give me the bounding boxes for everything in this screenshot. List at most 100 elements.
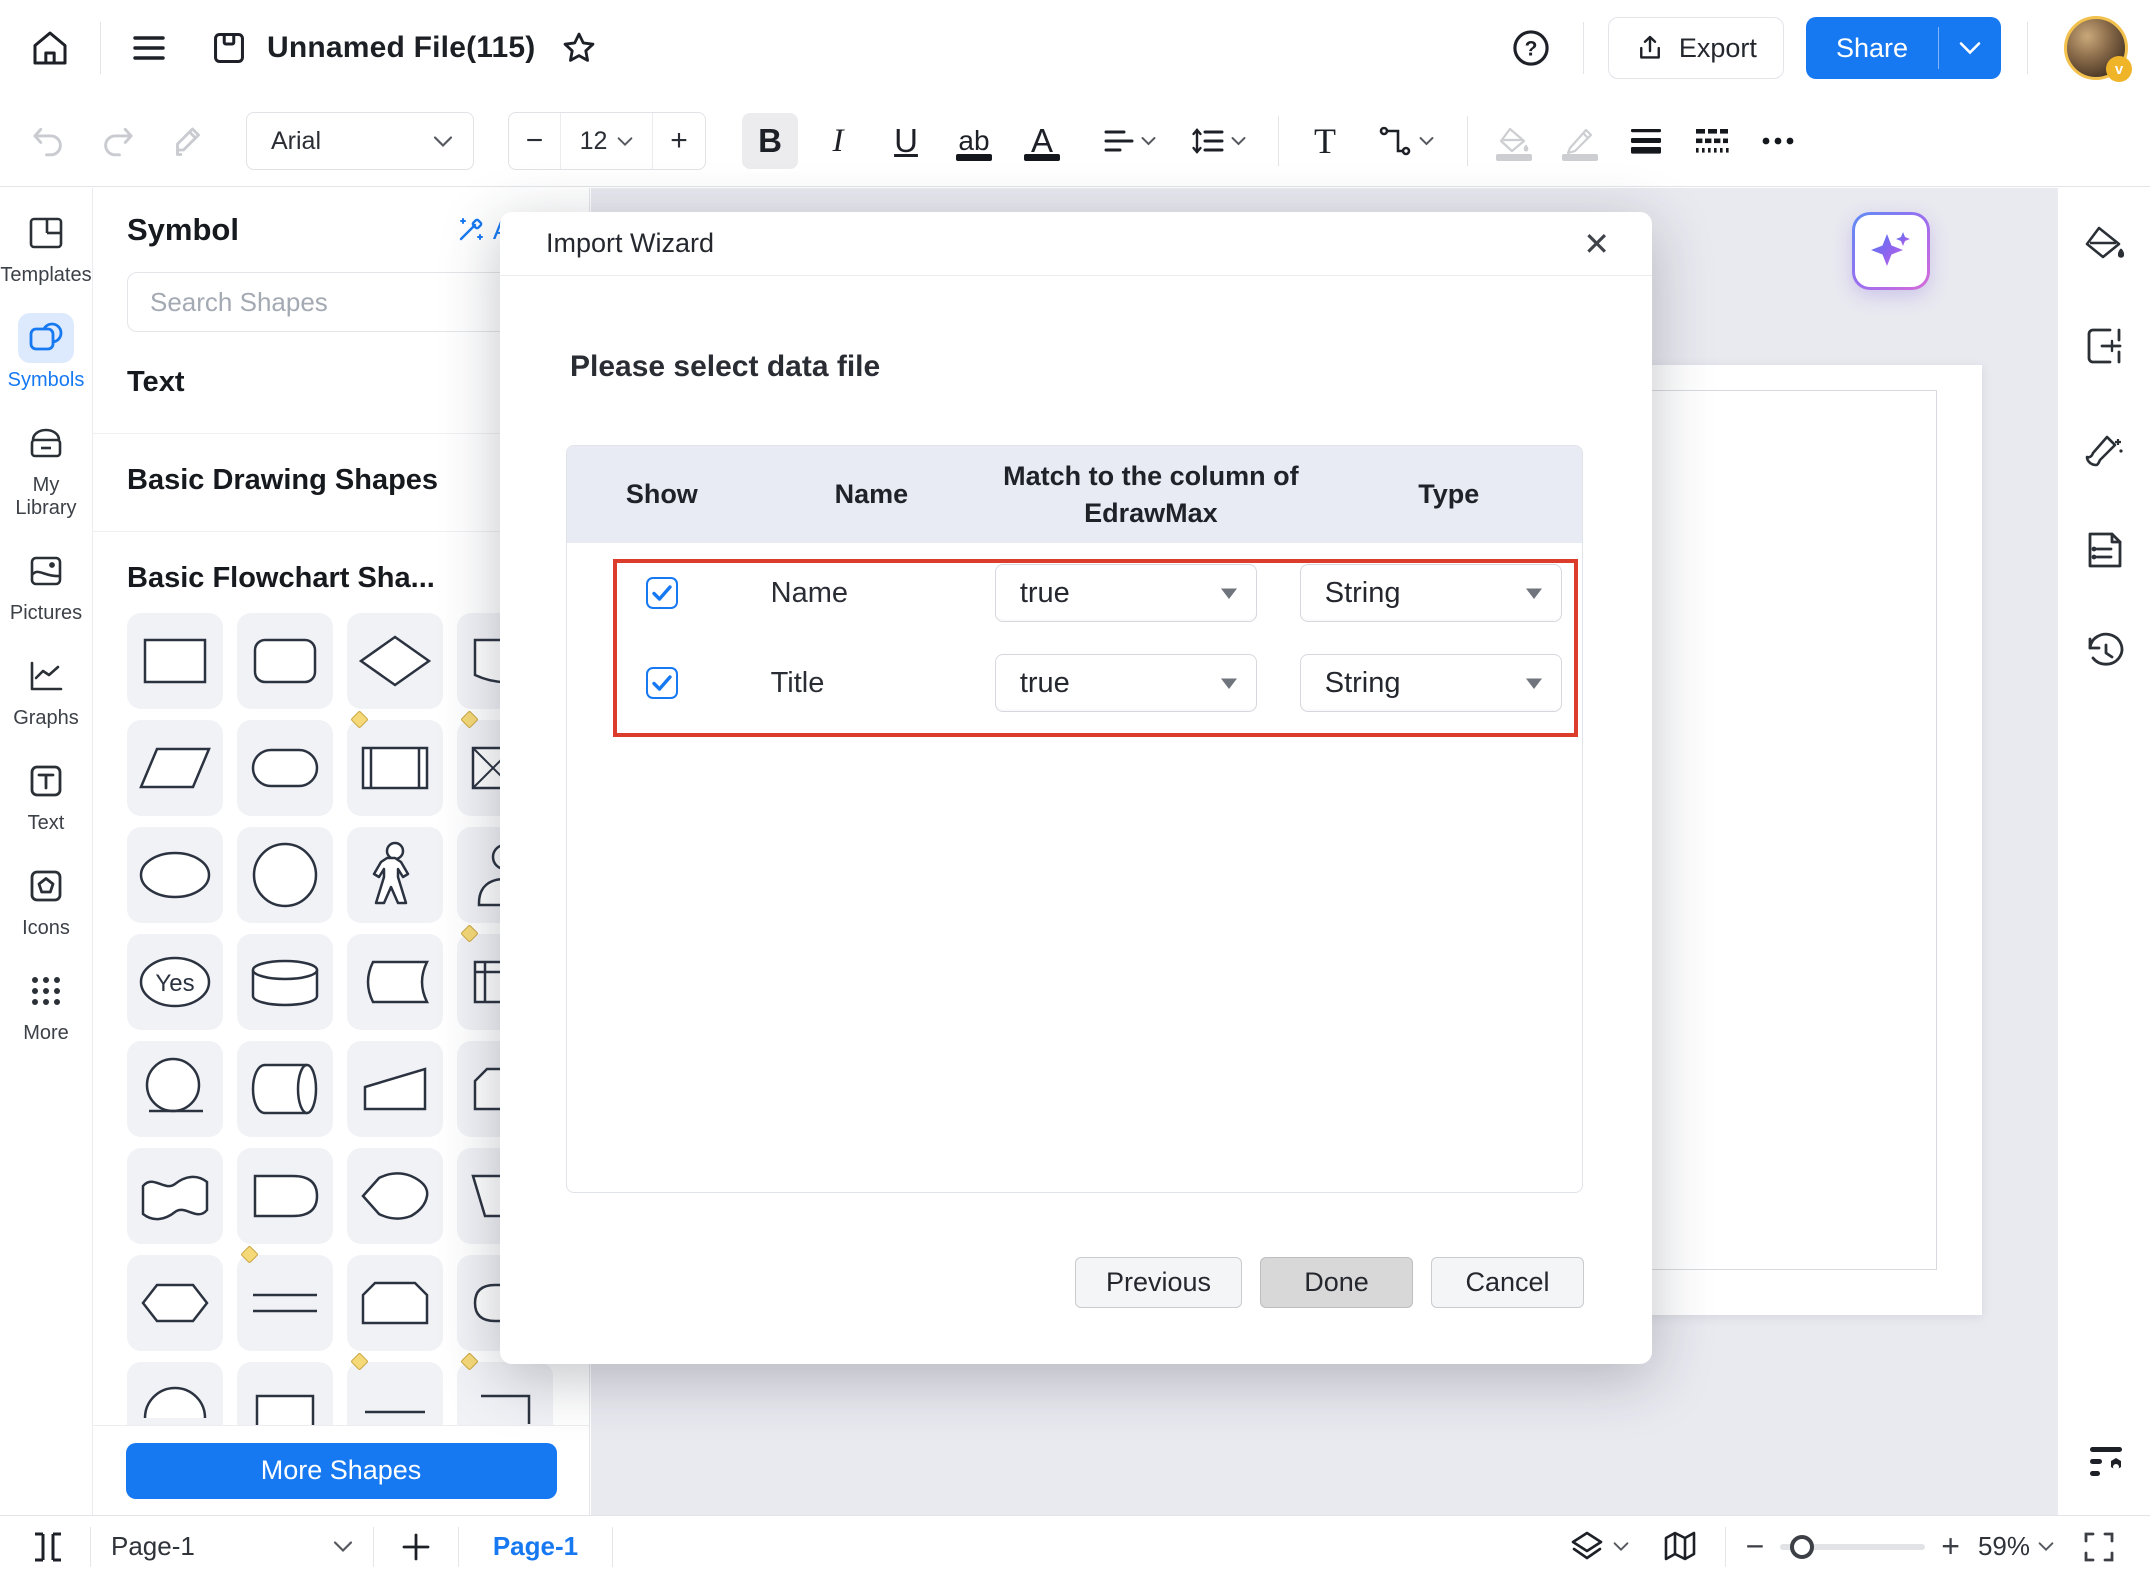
shape-direct-access-storage[interactable] bbox=[237, 1041, 333, 1137]
sidebar-item-templates[interactable]: Templates bbox=[0, 208, 91, 287]
fill-style-button[interactable] bbox=[2078, 218, 2130, 270]
line-color-button[interactable] bbox=[1552, 113, 1608, 169]
shape-database[interactable] bbox=[237, 934, 333, 1030]
format-painter-button[interactable] bbox=[160, 113, 216, 169]
shape-rounded-rectangle[interactable] bbox=[237, 613, 333, 709]
notes-button[interactable] bbox=[2078, 524, 2130, 576]
font-size-decrease-button[interactable]: − bbox=[509, 113, 561, 169]
shape-delay[interactable] bbox=[237, 1148, 333, 1244]
search-input[interactable] bbox=[150, 287, 534, 318]
shape-manual-operation[interactable] bbox=[347, 1041, 443, 1137]
font-color-button[interactable]: A bbox=[1014, 113, 1070, 169]
font-family-select[interactable]: Arial bbox=[246, 112, 474, 170]
line-weight-button[interactable] bbox=[1618, 113, 1674, 169]
done-button[interactable]: Done bbox=[1260, 1257, 1413, 1308]
menu-button[interactable] bbox=[123, 22, 175, 74]
line-spacing-icon bbox=[1191, 127, 1225, 155]
strikethrough-button[interactable]: ab bbox=[946, 113, 1002, 169]
zoom-level-select[interactable]: 59% bbox=[1978, 1531, 2054, 1562]
more-shapes-button[interactable]: More Shapes bbox=[126, 1443, 557, 1499]
show-checkbox[interactable] bbox=[646, 577, 678, 609]
font-size-stepper: − 12 + bbox=[508, 112, 706, 170]
share-menu-button[interactable] bbox=[1939, 17, 2001, 79]
page-tab[interactable]: Page-1 bbox=[479, 1531, 592, 1562]
zoom-out-button[interactable]: − bbox=[1746, 1528, 1765, 1565]
match-dropdown[interactable]: true bbox=[995, 564, 1257, 622]
add-page-button[interactable] bbox=[394, 1525, 438, 1569]
close-icon[interactable]: ✕ bbox=[1583, 228, 1610, 260]
shape-ellipse[interactable] bbox=[127, 827, 223, 923]
font-size-select[interactable]: 12 bbox=[561, 113, 653, 169]
sidebar-item-symbols[interactable]: Symbols bbox=[8, 313, 85, 392]
shape-card-cut-corners[interactable] bbox=[347, 1255, 443, 1351]
shape-parallelogram[interactable] bbox=[127, 720, 223, 816]
map-icon bbox=[1662, 1530, 1698, 1564]
type-dropdown[interactable]: String bbox=[1300, 654, 1562, 712]
check-icon bbox=[651, 674, 673, 692]
more-tools-button[interactable] bbox=[1750, 113, 1806, 169]
connector-button[interactable] bbox=[1363, 113, 1449, 169]
shape-person[interactable] bbox=[347, 827, 443, 923]
align-button[interactable] bbox=[1090, 113, 1168, 169]
shape-loop-limit[interactable] bbox=[127, 1041, 223, 1137]
shape-stadium[interactable] bbox=[237, 720, 333, 816]
shape-yes-ellipse[interactable]: Yes bbox=[127, 934, 223, 1030]
user-avatar[interactable]: v bbox=[2064, 16, 2128, 80]
share-label[interactable]: Share bbox=[1806, 17, 1938, 79]
line-style-button[interactable] bbox=[1684, 113, 1740, 169]
share-button[interactable]: Share bbox=[1806, 17, 2001, 79]
sidebar-item-graphs[interactable]: Graphs bbox=[13, 651, 79, 730]
undo-button[interactable] bbox=[20, 113, 76, 169]
fullscreen-button[interactable] bbox=[2074, 1525, 2124, 1569]
help-icon: ? bbox=[1510, 27, 1552, 69]
pages-panel-button[interactable] bbox=[26, 1525, 70, 1569]
navigator-button[interactable] bbox=[1655, 1525, 1705, 1569]
zoom-slider-knob[interactable] bbox=[1790, 1535, 1814, 1559]
type-dropdown[interactable]: String bbox=[1300, 564, 1562, 622]
page-selector[interactable]: Page-1 bbox=[111, 1531, 353, 1562]
sidebar-item-my-library[interactable]: My Library bbox=[11, 418, 81, 520]
chevron-down-icon bbox=[1231, 136, 1246, 146]
help-button[interactable]: ? bbox=[1503, 20, 1559, 76]
ai-assistant-button[interactable] bbox=[1852, 212, 1930, 290]
shape-diamond[interactable] bbox=[347, 613, 443, 709]
export-button[interactable]: Export bbox=[1608, 17, 1784, 79]
page-settings-button[interactable] bbox=[2078, 320, 2130, 372]
cancel-button[interactable]: Cancel bbox=[1431, 1257, 1584, 1308]
text-tool-button[interactable]: T bbox=[1297, 113, 1353, 169]
shape-stored-data[interactable] bbox=[347, 934, 443, 1030]
chevron-down-icon bbox=[2038, 1541, 2054, 1552]
history-button[interactable] bbox=[2078, 626, 2130, 678]
match-dropdown[interactable]: true bbox=[995, 654, 1257, 712]
font-size-increase-button[interactable]: + bbox=[653, 113, 705, 169]
shape-predefined-process[interactable] bbox=[347, 720, 443, 816]
underline-button[interactable]: U bbox=[878, 113, 934, 169]
fill-color-button[interactable] bbox=[1486, 113, 1542, 169]
line-weight-icon bbox=[1629, 127, 1663, 155]
layer-settings-button[interactable] bbox=[2078, 1437, 2130, 1489]
sidebar-item-icons[interactable]: Icons bbox=[18, 861, 74, 940]
redo-button[interactable] bbox=[90, 113, 146, 169]
shape-double-lines[interactable] bbox=[237, 1255, 333, 1351]
sidebar-item-more[interactable]: More bbox=[18, 966, 74, 1045]
shape-circle[interactable] bbox=[237, 827, 333, 923]
sidebar-item-text[interactable]: Text bbox=[18, 756, 74, 835]
bold-button[interactable]: B bbox=[742, 113, 798, 169]
line-spacing-button[interactable] bbox=[1176, 113, 1260, 169]
sidebar-item-pictures[interactable]: Pictures bbox=[10, 546, 82, 625]
home-button[interactable] bbox=[22, 20, 78, 76]
shape-wave-document[interactable] bbox=[127, 1148, 223, 1244]
previous-button[interactable]: Previous bbox=[1075, 1257, 1242, 1308]
theme-beautify-button[interactable] bbox=[2078, 422, 2130, 474]
paint-bucket-icon bbox=[2082, 223, 2126, 265]
zoom-in-button[interactable]: + bbox=[1941, 1528, 1960, 1565]
save-button[interactable] bbox=[201, 20, 257, 76]
shape-rectangle[interactable] bbox=[127, 613, 223, 709]
layers-button[interactable] bbox=[1569, 1529, 1629, 1565]
favorite-button[interactable] bbox=[553, 22, 605, 74]
zoom-slider[interactable] bbox=[1780, 1544, 1925, 1550]
shape-hexagon[interactable] bbox=[127, 1255, 223, 1351]
show-checkbox[interactable] bbox=[646, 667, 678, 699]
shape-display[interactable] bbox=[347, 1148, 443, 1244]
italic-button[interactable]: I bbox=[810, 113, 866, 169]
